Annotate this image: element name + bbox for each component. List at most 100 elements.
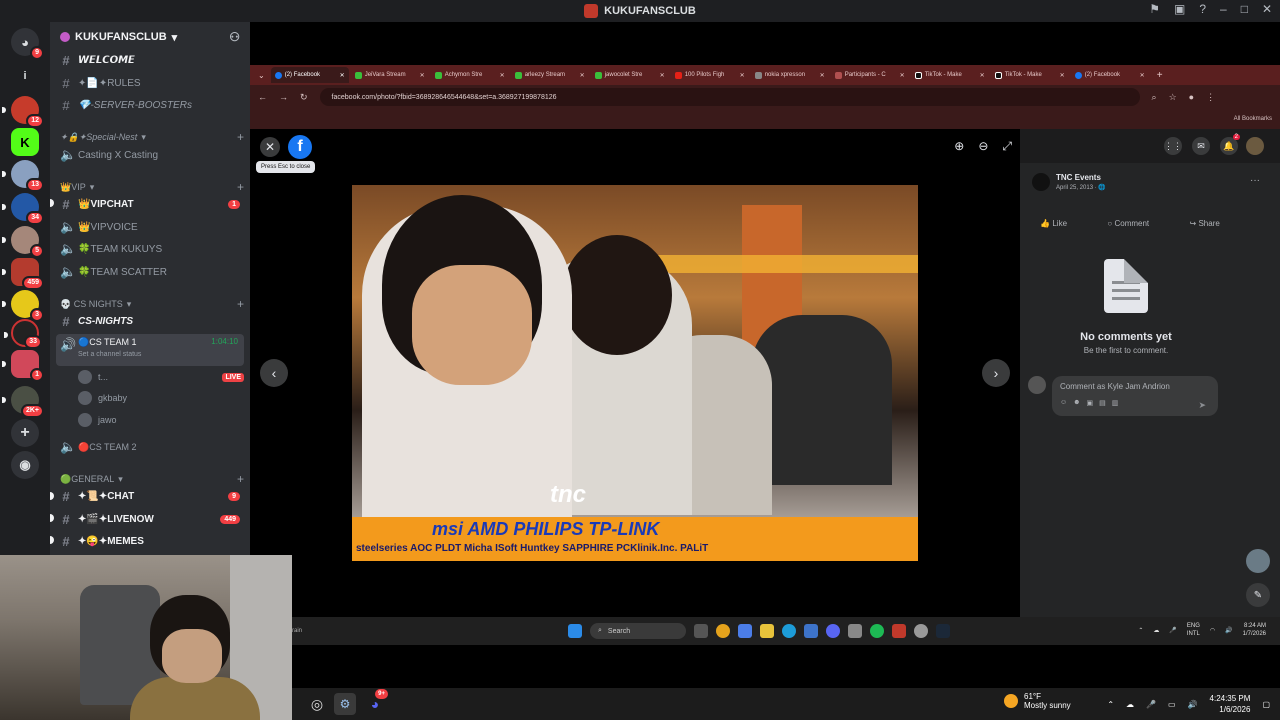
server-icon[interactable]: 33 xyxy=(4,319,42,349)
category-special-nest[interactable]: ✦🔒✦Special-Nest ▾ + xyxy=(60,130,244,144)
clock[interactable]: 4:24:35 PM 1/6/2026 xyxy=(1210,693,1251,715)
server-icon[interactable]: 12 xyxy=(2,96,44,128)
browser-tab[interactable]: Achymon Stre ✕ xyxy=(431,67,509,83)
edge-icon[interactable] xyxy=(782,624,796,638)
add-channel-icon[interactable]: + xyxy=(237,472,244,486)
channel-cs-nights[interactable]: # CS-NIGHTS xyxy=(56,311,244,331)
add-user-icon[interactable]: ⚇ xyxy=(229,30,240,44)
app-icon[interactable] xyxy=(914,624,928,638)
add-channel-icon[interactable]: + xyxy=(237,130,244,144)
guild-header[interactable]: KUKUFANSCLUB ▾ ⚇ xyxy=(50,22,250,52)
info-icon[interactable]: i xyxy=(11,62,39,90)
channel-chat[interactable]: # ✦📜✦CHAT 9 xyxy=(56,486,244,506)
zoom-out-icon[interactable]: ⊖ xyxy=(978,139,988,154)
windows-start-icon[interactable] xyxy=(568,624,582,638)
zoom-icon[interactable]: ⌕ xyxy=(1152,92,1157,103)
new-tab-icon[interactable]: + xyxy=(1151,70,1169,81)
app-icon[interactable] xyxy=(892,624,906,638)
category-vip[interactable]: 👑VIP ▾ + xyxy=(60,180,244,194)
chrome-icon[interactable] xyxy=(716,624,730,638)
file-explorer-icon[interactable] xyxy=(760,624,774,638)
facebook-logo-icon[interactable]: f xyxy=(288,135,312,159)
taskbar-search[interactable]: ⌕ Search xyxy=(590,623,686,639)
url-field[interactable]: facebook.com/photo/?fbid=368928646544648… xyxy=(319,88,1140,106)
profile-icon[interactable]: ● xyxy=(1189,92,1194,102)
spotify-icon[interactable] xyxy=(870,624,884,638)
channel-rules[interactable]: # ✦📄✦RULES xyxy=(56,73,244,93)
steam-icon[interactable]: ⚙ xyxy=(334,693,356,715)
add-server-icon[interactable]: + xyxy=(11,419,39,447)
close-tab-icon[interactable]: ✕ xyxy=(1140,72,1145,79)
channel-team-kukuys[interactable]: 🔈 🍀TEAM KUKUYS xyxy=(56,239,244,259)
close-icon[interactable]: ✕ xyxy=(260,137,280,157)
maximize-button[interactable]: □ xyxy=(1241,2,1248,16)
browser-tab[interactable]: (2) Facebook ✕ xyxy=(1071,67,1149,83)
browser-tab[interactable]: jawocolet Stre ✕ xyxy=(591,67,669,83)
store-icon[interactable] xyxy=(804,624,818,638)
category-general[interactable]: 🟢GENERAL ▾ + xyxy=(60,472,244,486)
close-tab-icon[interactable]: ✕ xyxy=(500,72,505,79)
copilot-icon[interactable] xyxy=(738,624,752,638)
server-icon[interactable]: 34 xyxy=(2,193,44,225)
comment-input[interactable]: Comment as Kyle Jam Andrion ☺ ☻ ▣ ▤ ▥ ➤ xyxy=(1052,376,1218,416)
browser-tab[interactable]: JeiVara Stream ✕ xyxy=(351,67,429,83)
discord-icon[interactable]: ◕ 9+ xyxy=(364,689,388,715)
back-icon[interactable]: ← xyxy=(258,92,267,102)
forward-icon[interactable]: → xyxy=(279,92,288,102)
steam-icon[interactable] xyxy=(936,624,950,638)
volume-icon[interactable]: 🔊 xyxy=(1225,627,1232,634)
messenger-icon[interactable]: ✉ xyxy=(1192,137,1210,155)
kick-server-icon[interactable]: K xyxy=(11,128,39,156)
cloud-icon[interactable]: ☁ xyxy=(1153,627,1159,634)
voice-user[interactable]: t... LIVE xyxy=(78,367,244,387)
camera-icon[interactable]: ▣ xyxy=(1087,399,1094,407)
cloud-icon[interactable]: ☁ xyxy=(1126,700,1134,709)
chrome-icon[interactable]: ◎ xyxy=(306,693,328,715)
task-view-icon[interactable] xyxy=(694,624,708,638)
like-button[interactable]: 👍 Like xyxy=(1040,219,1067,228)
close-tab-icon[interactable]: ✕ xyxy=(420,72,425,79)
browser-tab[interactable]: TikTok - Make ✕ xyxy=(911,67,989,83)
browser-tab[interactable]: (2) Facebook ✕ xyxy=(270,67,349,83)
emoji-icon[interactable]: ☻ xyxy=(1073,399,1080,407)
apps-grid-icon[interactable]: ⋮⋮ xyxy=(1164,137,1182,155)
notification-center-icon[interactable]: ▢ xyxy=(1262,700,1270,709)
direct-messages-button[interactable]: ◕ 9 xyxy=(11,28,44,60)
server-icon[interactable]: 459 xyxy=(2,258,44,290)
chat-heads-avatar[interactable] xyxy=(1246,549,1270,573)
channel-status[interactable]: Set a channel status xyxy=(78,351,141,358)
channel-server-boosters[interactable]: # 💎-SERVER-BOOSTERs xyxy=(56,95,244,115)
add-channel-icon[interactable]: + xyxy=(237,180,244,194)
channel-livenow[interactable]: # ✦🎬✦LIVENOW 449 xyxy=(56,509,244,529)
star-icon[interactable]: ☆ xyxy=(1169,92,1177,103)
voice-user[interactable]: gkbaby xyxy=(78,388,244,408)
close-tab-icon[interactable]: ✕ xyxy=(1060,72,1065,79)
send-icon[interactable]: ➤ xyxy=(1198,400,1206,411)
close-tab-icon[interactable]: ✕ xyxy=(660,72,665,79)
channel-casting[interactable]: 🔈 Casting X Casting xyxy=(56,145,244,165)
post-date[interactable]: April 25, 2013 · 🌐 xyxy=(1056,184,1106,191)
server-icon[interactable]: 3 xyxy=(2,290,44,322)
channel-vipvoice[interactable]: 🔈 👑VIPVOICE xyxy=(56,217,244,237)
inbox-flag-icon[interactable]: ⚑ xyxy=(1149,2,1160,16)
channel-team-scatter[interactable]: 🔈 🍀TEAM SCATTER xyxy=(56,262,244,282)
previous-photo-button[interactable]: ‹ xyxy=(260,359,288,387)
server-icon[interactable]: 1 xyxy=(2,350,44,382)
voice-user[interactable]: jawo xyxy=(78,410,244,430)
share-button[interactable]: ↪ Share xyxy=(1190,219,1220,228)
volume-icon[interactable]: 🔊 xyxy=(1188,700,1198,709)
zoom-in-icon[interactable]: ⊕ xyxy=(954,139,964,154)
page-avatar[interactable] xyxy=(1032,173,1050,191)
sticker-icon[interactable]: ▥ xyxy=(1112,399,1119,407)
app-icon[interactable] xyxy=(848,624,862,638)
network-icon[interactable]: ▭ xyxy=(1168,700,1176,709)
next-photo-button[interactable]: › xyxy=(982,359,1010,387)
inbox-icon[interactable]: ▣ xyxy=(1174,2,1185,16)
browser-tab[interactable]: arleezy Stream ✕ xyxy=(511,67,589,83)
mic-icon[interactable]: 🎤 xyxy=(1146,700,1156,709)
browser-tab[interactable]: 100 Pilots Figh ✕ xyxy=(671,67,749,83)
voice-channel-cs-team-1[interactable]: 🔊 🔵CS TEAM 1 Set a channel status 1:04:1… xyxy=(56,334,244,366)
discover-icon[interactable]: ◉ xyxy=(11,451,39,479)
browser-tab[interactable]: TikTok - Make ✕ xyxy=(991,67,1069,83)
streamed-clock[interactable]: 8:24 AM 1/7/2026 xyxy=(1243,622,1266,638)
